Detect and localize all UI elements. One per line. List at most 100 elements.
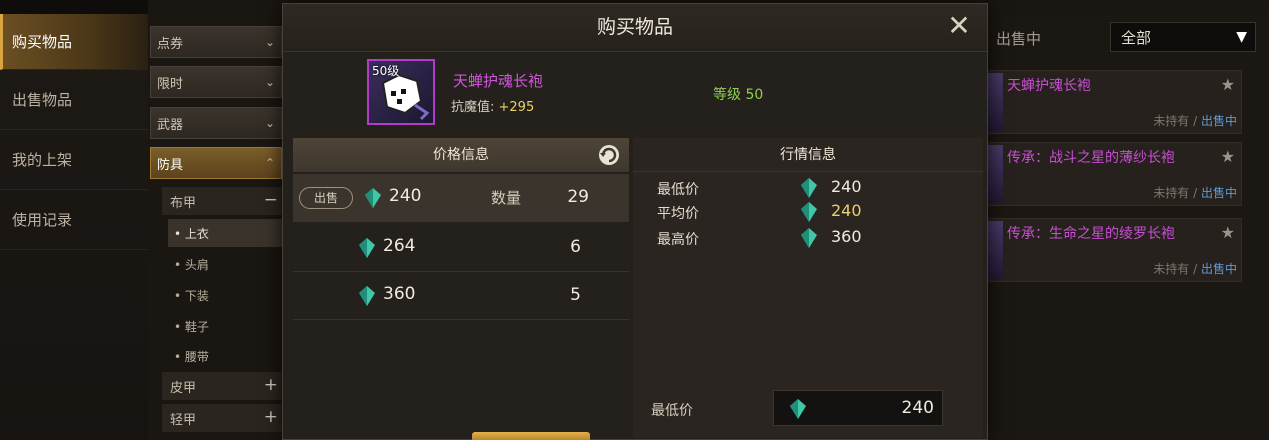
sale-state: 出售中 bbox=[1200, 114, 1237, 128]
market-label: 平均价 bbox=[657, 206, 699, 222]
price-row[interactable]: 264 6 bbox=[293, 224, 629, 272]
min-price-label: 最低价 bbox=[651, 403, 693, 419]
filter-label: 限时 bbox=[157, 76, 184, 92]
separator: / bbox=[1189, 186, 1201, 200]
sale-state: 出售中 bbox=[1200, 262, 1237, 276]
market-value: 240 bbox=[831, 177, 862, 196]
market-panel-title: 行情信息 bbox=[633, 138, 983, 172]
filter-label: 武器 bbox=[157, 117, 184, 133]
price-value: 240 bbox=[389, 186, 422, 206]
listing-header: 出售中 全部 ▼ bbox=[986, 14, 1269, 62]
own-text: 未持有 bbox=[1153, 186, 1190, 200]
sell-badge: 出售 bbox=[299, 187, 353, 209]
gem-icon bbox=[801, 202, 817, 222]
chevron-down-icon: ⌄ bbox=[264, 75, 275, 89]
ownership-status: 未持有 / 出售中 bbox=[1153, 112, 1237, 129]
price-panel: 价格信息 出售 240 数量 29 264 6 360 5 bbox=[293, 138, 629, 438]
item-thumbnail bbox=[987, 145, 1003, 203]
ownership-status: 未持有 / 出售中 bbox=[1153, 260, 1237, 277]
item-stat: 抗魔值: +295 bbox=[451, 96, 534, 115]
market-row-avg: 平均价 240 bbox=[633, 200, 983, 224]
price-panel-header: 价格信息 bbox=[293, 138, 629, 172]
listing-item[interactable]: 天蝉护魂长袍 ★ 未持有 / 出售中 bbox=[986, 70, 1242, 134]
close-icon[interactable]: ✕ bbox=[945, 12, 973, 40]
price-row[interactable]: 出售 240 数量 29 bbox=[293, 174, 629, 222]
item-level-badge: 50级 bbox=[372, 64, 400, 78]
star-icon[interactable]: ★ bbox=[1221, 147, 1235, 166]
item-name: 天蝉护魂长袍 bbox=[1007, 78, 1091, 94]
star-icon[interactable]: ★ bbox=[1221, 75, 1235, 94]
filter-label: 点券 bbox=[157, 36, 184, 52]
market-label: 最高价 bbox=[657, 232, 699, 248]
filter-limited[interactable]: 限时 ⌄ bbox=[150, 66, 282, 98]
market-panel: 行情信息 最低价 240 平均价 240 最高价 360 最低价 240 bbox=[633, 138, 983, 438]
gem-icon bbox=[801, 178, 817, 198]
quantity-value: 29 bbox=[567, 187, 589, 207]
leaf-bottom[interactable]: • 下装 bbox=[168, 281, 282, 309]
sub-cloth[interactable]: 布甲 − bbox=[162, 187, 282, 215]
chevron-up-icon: ⌃ bbox=[264, 156, 275, 170]
leaf-shoes[interactable]: • 鞋子 bbox=[168, 312, 282, 340]
quantity-value: 5 bbox=[570, 285, 581, 305]
listing-item[interactable]: 传承：生命之星的绫罗长袍 ★ 未持有 / 出售中 bbox=[986, 218, 1242, 282]
gem-icon bbox=[359, 238, 375, 258]
nav-buy-items[interactable]: 购买物品 bbox=[0, 14, 148, 70]
market-value: 360 bbox=[831, 227, 862, 246]
buy-item-modal: 购买物品 ✕ 50级 天蝉护魂长袍 抗魔值: +295 等级 50 价格信息 出… bbox=[282, 3, 988, 440]
star-icon[interactable]: ★ bbox=[1221, 223, 1235, 242]
filter-weapon[interactable]: 武器 ⌄ bbox=[150, 107, 282, 139]
item-name: 传承：生命之星的绫罗长袍 bbox=[1007, 226, 1175, 242]
quantity-label: 数量 bbox=[491, 189, 522, 207]
top-strip bbox=[0, 0, 148, 14]
price-panel-title: 价格信息 bbox=[433, 147, 489, 163]
separator: / bbox=[1189, 262, 1201, 276]
sub-light[interactable]: 轻甲 + bbox=[162, 404, 282, 432]
market-label: 最低价 bbox=[657, 182, 699, 198]
triangle-down-icon: ▼ bbox=[1236, 29, 1247, 45]
gem-icon bbox=[801, 228, 817, 248]
confirm-buy-button[interactable] bbox=[472, 432, 590, 440]
status-dropdown[interactable]: 全部 ▼ bbox=[1110, 22, 1256, 52]
item-armor-icon[interactable]: 50级 bbox=[367, 59, 435, 125]
status-label: 出售中 bbox=[996, 30, 1042, 48]
nav-sell-items[interactable]: 出售物品 bbox=[0, 70, 148, 130]
price-value: 264 bbox=[383, 236, 416, 256]
modal-title: 购买物品 bbox=[283, 4, 987, 52]
price-row[interactable]: 360 5 bbox=[293, 272, 629, 320]
chevron-down-icon: ⌄ bbox=[264, 116, 275, 130]
gem-icon bbox=[359, 286, 375, 306]
leaf-shoulder[interactable]: • 头肩 bbox=[168, 250, 282, 278]
item-name: 天蝉护魂长袍 bbox=[453, 72, 544, 90]
sub-leather[interactable]: 皮甲 + bbox=[162, 372, 282, 400]
separator: / bbox=[1189, 114, 1201, 128]
market-row-min: 最低价 240 bbox=[633, 176, 983, 200]
listing-panel: 出售中 全部 ▼ 天蝉护魂长袍 ★ 未持有 / 出售中 传承：战斗之星的薄纱长袍 … bbox=[986, 14, 1269, 440]
filter-armor[interactable]: 防具 ⌃ bbox=[150, 147, 282, 179]
price-value: 360 bbox=[383, 284, 416, 304]
leaf-top[interactable]: • 上衣 bbox=[168, 219, 282, 247]
nav-usage-record[interactable]: 使用记录 bbox=[0, 190, 148, 250]
filter-label: 防具 bbox=[157, 157, 184, 173]
listing-item[interactable]: 传承：战斗之星的薄纱长袍 ★ 未持有 / 出售中 bbox=[986, 142, 1242, 206]
item-thumbnail bbox=[987, 73, 1003, 131]
filter-voucher[interactable]: 点券 ⌄ bbox=[150, 26, 282, 58]
own-text: 未持有 bbox=[1153, 262, 1190, 276]
plus-icon: + bbox=[263, 407, 278, 427]
refresh-icon[interactable] bbox=[597, 143, 621, 167]
nav-my-listings[interactable]: 我的上架 bbox=[0, 130, 148, 190]
left-nav: 购买物品 出售物品 我的上架 使用记录 bbox=[0, 0, 148, 440]
market-row-max: 最高价 360 bbox=[633, 226, 983, 250]
ownership-status: 未持有 / 出售中 bbox=[1153, 184, 1237, 201]
stat-label: 抗魔值: bbox=[451, 100, 499, 115]
sub-label: 皮甲 bbox=[170, 380, 197, 396]
leaf-belt[interactable]: • 腰带 bbox=[168, 342, 282, 370]
min-price-field[interactable]: 240 bbox=[773, 390, 943, 426]
own-text: 未持有 bbox=[1153, 114, 1190, 128]
chevron-down-icon: ⌄ bbox=[264, 35, 275, 49]
plus-icon: + bbox=[263, 375, 278, 395]
minus-icon: − bbox=[263, 190, 278, 210]
gem-icon bbox=[790, 399, 806, 419]
sale-state: 出售中 bbox=[1200, 186, 1237, 200]
sub-label: 轻甲 bbox=[170, 412, 197, 428]
market-value: 240 bbox=[831, 201, 862, 220]
